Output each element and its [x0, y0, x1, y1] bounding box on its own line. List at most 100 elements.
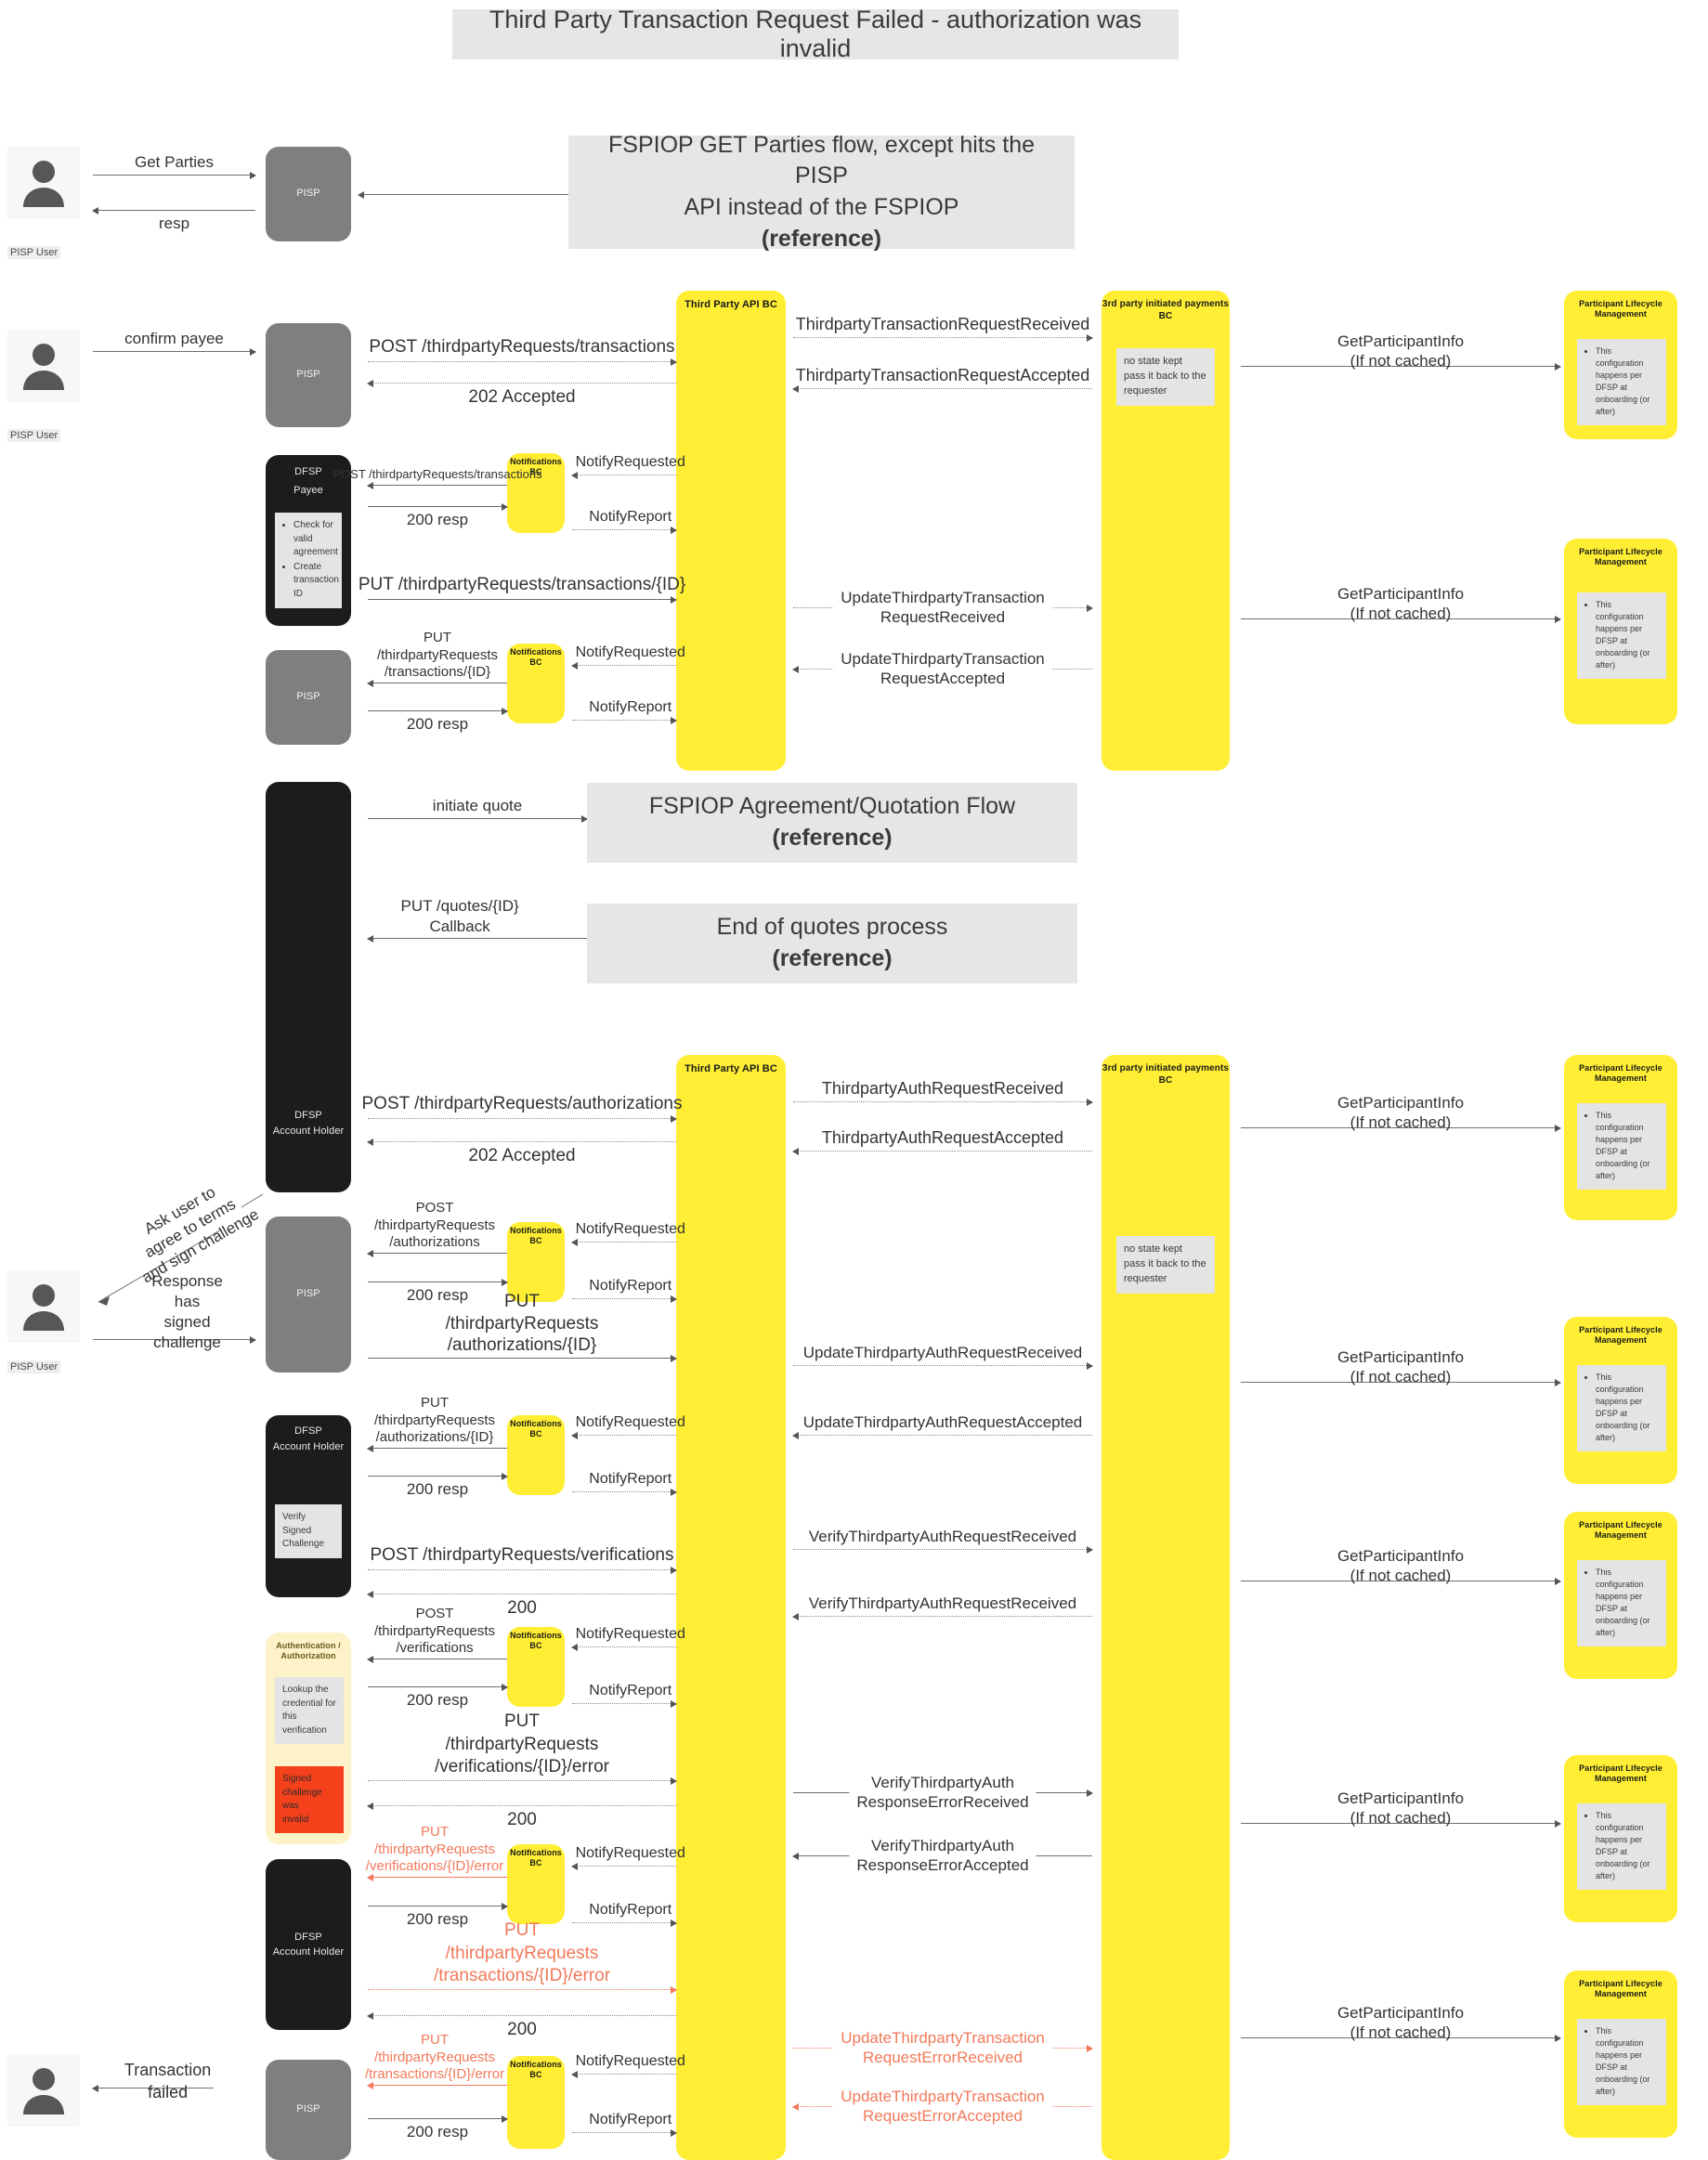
lifeline-label: Participant Lifecycle Management [1579, 547, 1662, 567]
arrow-put-quotes-callback: PUT /quotes/{ID} Callback [367, 897, 587, 943]
arrow-label: PUT /thirdpartyRequests /authorizations/… [373, 1394, 496, 1446]
note-item: This configuration happens per DFSP at o… [1596, 599, 1659, 671]
arrow-label: VerifyThirdpartyAuthRequestReceived [803, 1526, 1082, 1546]
arrow-label: ThirdpartyAuthRequestReceived [815, 1077, 1070, 1099]
arrow-update-tptr-error-accepted: UpdateThirdpartyTransaction RequestError… [792, 2086, 1092, 2126]
arrow-verify-tpa-error-received: VerifyThirdpartyAuth ResponseErrorReceiv… [793, 1772, 1093, 1812]
reference-line-1: FSPIOP GET Parties flow, except hits the… [608, 131, 1035, 221]
arrow-get-participant-info-3: GetParticipantInfo (If not cached) [1241, 1094, 1561, 1132]
lifeline-pisp-3[interactable]: PISP [266, 650, 351, 745]
lifeline-label: Notifications BC [510, 1419, 562, 1439]
lifeline-third-party-payments-bc-2[interactable]: 3rd party initiated payments BC no state… [1102, 1055, 1230, 2160]
arrow-label: Response has signed challenge [151, 1271, 223, 1351]
arrow-post-tpr-authorizations-wrap: POST /thirdpartyRequests /authorizations [367, 1200, 507, 1257]
lifeline-notifications-bc-2[interactable]: Notifications BC [507, 644, 565, 723]
arrow-put-tpr-transactions-id: PUT /thirdpartyRequests/transactions/{ID… [359, 575, 685, 604]
reference-end-of-quotes: End of quotes process (reference) [587, 904, 1077, 983]
lifeline-label: Participant Lifecycle Management [1579, 299, 1662, 319]
lifeline-third-party-api-bc-2[interactable]: Third Party API BC [676, 1055, 786, 2160]
arrow-pisp-to-reference-1 [358, 190, 572, 199]
note-plm-config-7: This configuration happens per DFSP at o… [1577, 2019, 1666, 2106]
arrow-notify-report-1: NotifyReport [572, 509, 677, 534]
avatar-pisp-user-2 [7, 330, 80, 402]
arrow-label: NotifyRequested [575, 1414, 685, 1430]
lifeline-pisp-1[interactable]: PISP [266, 147, 351, 241]
arrow-label: UpdateThirdpartyTransaction RequestAccep… [833, 648, 1052, 688]
lifeline-label: Notifications BC [510, 647, 562, 668]
arrow-response-signed-challenge: Response has signed challenge [93, 1272, 256, 1351]
arrow-get-participant-info-7: GetParticipantInfo (If not cached) [1241, 2004, 1561, 2042]
note-plm-config-3: This configuration happens per DFSP at o… [1577, 1103, 1666, 1191]
arrow-thirdparty-transaction-request-accepted: ThirdpartyTransactionRequestAccepted [789, 364, 1096, 393]
arrow-200-resp-2: 200 resp [368, 707, 508, 733]
lifeline-notifications-bc-4[interactable]: Notifications BC [507, 1415, 565, 1495]
arrow-202-accepted-2: 202 Accepted [367, 1138, 676, 1165]
arrow-initiate-quote: initiate quote [368, 797, 588, 823]
reference-get-parties-flow: FSPIOP GET Parties flow, except hits the… [568, 132, 1075, 252]
arrow-label: PUT /thirdpartyRequests /transactions/{I… [364, 2031, 505, 2083]
note-no-state-kept-2: no state kept pass it back to the reques… [1116, 1236, 1215, 1294]
arrow-200-3: 200 [367, 2011, 676, 2039]
lifeline-participant-lifecycle-7[interactable]: Participant Lifecycle Management This co… [1564, 1971, 1677, 2138]
lifeline-notifications-bc-6[interactable]: Notifications BC [507, 1844, 565, 1924]
lifeline-participant-lifecycle-4[interactable]: Participant Lifecycle Management This co… [1564, 1317, 1677, 1484]
arrow-label: UpdateThirdpartyAuthRequestReceived [798, 1342, 1088, 1362]
lifeline-notifications-bc-1[interactable]: Notifications BC [507, 453, 565, 533]
arrow-get-participant-info-4: GetParticipantInfo (If not cached) [1241, 1348, 1561, 1386]
lifeline-participant-lifecycle-5[interactable]: Participant Lifecycle Management This co… [1564, 1512, 1677, 1679]
arrow-label: ThirdpartyAuthRequestAccepted [815, 1126, 1070, 1148]
lifeline-label: Participant Lifecycle Management [1579, 1520, 1662, 1541]
note-item: This configuration happens per DFSP at o… [1596, 1810, 1659, 1882]
lifeline-dfsp-account-holder-2[interactable]: DFSP Account Holder Verify Signed Challe… [266, 1415, 351, 1597]
reference-line-2: (reference) [761, 225, 882, 252]
lifeline-third-party-payments-bc-1[interactable]: 3rd party initiated payments BC no state… [1102, 291, 1230, 771]
lifeline-label: Participant Lifecycle Management [1579, 1063, 1662, 1084]
reference-line-2: (reference) [772, 825, 893, 851]
arrow-notify-requested-4: NotifyRequested [571, 1414, 685, 1439]
avatar-pisp-user-3 [7, 1270, 80, 1343]
lifeline-pisp-2[interactable]: PISP [266, 323, 351, 427]
arrow-post-tpr-authorizations: POST /thirdpartyRequests/authorizations [362, 1094, 683, 1123]
arrow-label: POST /thirdpartyRequests/verifications [370, 1545, 674, 1566]
lifeline-label: 3rd party initiated payments BC [1102, 299, 1230, 321]
lifeline-label: PISP [296, 1288, 320, 1300]
arrow-label: 200 [507, 1810, 537, 1829]
arrow-label: GetParticipantInfo (If not cached) [1336, 1789, 1465, 1827]
lifeline-participant-lifecycle-3[interactable]: Participant Lifecycle Management This co… [1564, 1055, 1677, 1220]
arrow-label: GetParticipantInfo (If not cached) [1336, 585, 1465, 622]
arrow-200-resp-4: 200 resp [368, 1472, 508, 1498]
arrow-label: initiate quote [432, 796, 523, 814]
lifeline-dfsp-account-holder-1[interactable]: DFSP Account Holder [266, 782, 351, 1192]
lifeline-participant-lifecycle-6[interactable]: Participant Lifecycle Management This co… [1564, 1755, 1677, 1922]
arrow-notify-report-7: NotifyReport [572, 2112, 677, 2137]
arrow-notify-requested-3: NotifyRequested [571, 1221, 685, 1246]
lifeline-pisp-4[interactable]: PISP [266, 1217, 351, 1373]
arrow-notify-requested-5: NotifyRequested [571, 1626, 685, 1651]
arrow-resp: resp [92, 206, 255, 232]
lifeline-third-party-api-bc-1[interactable]: Third Party API BC [676, 291, 786, 771]
arrow-label: PUT /thirdpartyRequests/transactions/{ID… [358, 575, 686, 595]
arrow-label: VerifyThirdpartyAuthRequestReceived [803, 1593, 1082, 1613]
arrow-confirm-payee: confirm payee [93, 330, 256, 356]
lifeline-notifications-bc-7[interactable]: Notifications BC [507, 2056, 565, 2149]
arrow-label: resp [158, 215, 190, 232]
arrow-notify-requested-7: NotifyRequested [571, 2053, 685, 2078]
lifeline-participant-lifecycle-2[interactable]: Participant Lifecycle Management This co… [1564, 539, 1677, 724]
lifeline-dfsp-account-holder-3[interactable]: DFSP Account Holder [266, 1859, 351, 2030]
arrow-put-tpr-transactions-error-red: PUT /thirdpartyRequests /transactions/{I… [365, 2032, 507, 2089]
arrow-label: UpdateThirdpartyTransaction RequestError… [833, 2086, 1052, 2126]
arrow-label: 200 [507, 2020, 537, 2039]
lifeline-notifications-bc-5[interactable]: Notifications BC [507, 1627, 565, 1707]
lifeline-authentication-authorization[interactable]: Authentication / Authorization Lookup th… [266, 1633, 351, 1844]
person-icon [23, 161, 64, 207]
arrow-put-tpr-verifications-error-red: PUT /thirdpartyRequests /verifications/{… [366, 1824, 507, 1881]
avatar-caption-pisp-user-1: PISP User [7, 243, 61, 260]
avatar-caption-pisp-user-3: PISP User [7, 1358, 61, 1374]
lifeline-pisp-5[interactable]: PISP [266, 2060, 351, 2160]
arrow-label: 200 resp [406, 715, 469, 733]
page-title-banner: Third Party Transaction Request Failed -… [452, 6, 1179, 62]
lifeline-label: Notifications BC [510, 1848, 562, 1868]
avatar-pisp-user-1 [7, 147, 80, 219]
arrow-label: PUT /thirdpartyRequests /transactions/{I… [376, 629, 499, 681]
lifeline-participant-lifecycle-1[interactable]: Participant Lifecycle Management This co… [1564, 291, 1677, 439]
